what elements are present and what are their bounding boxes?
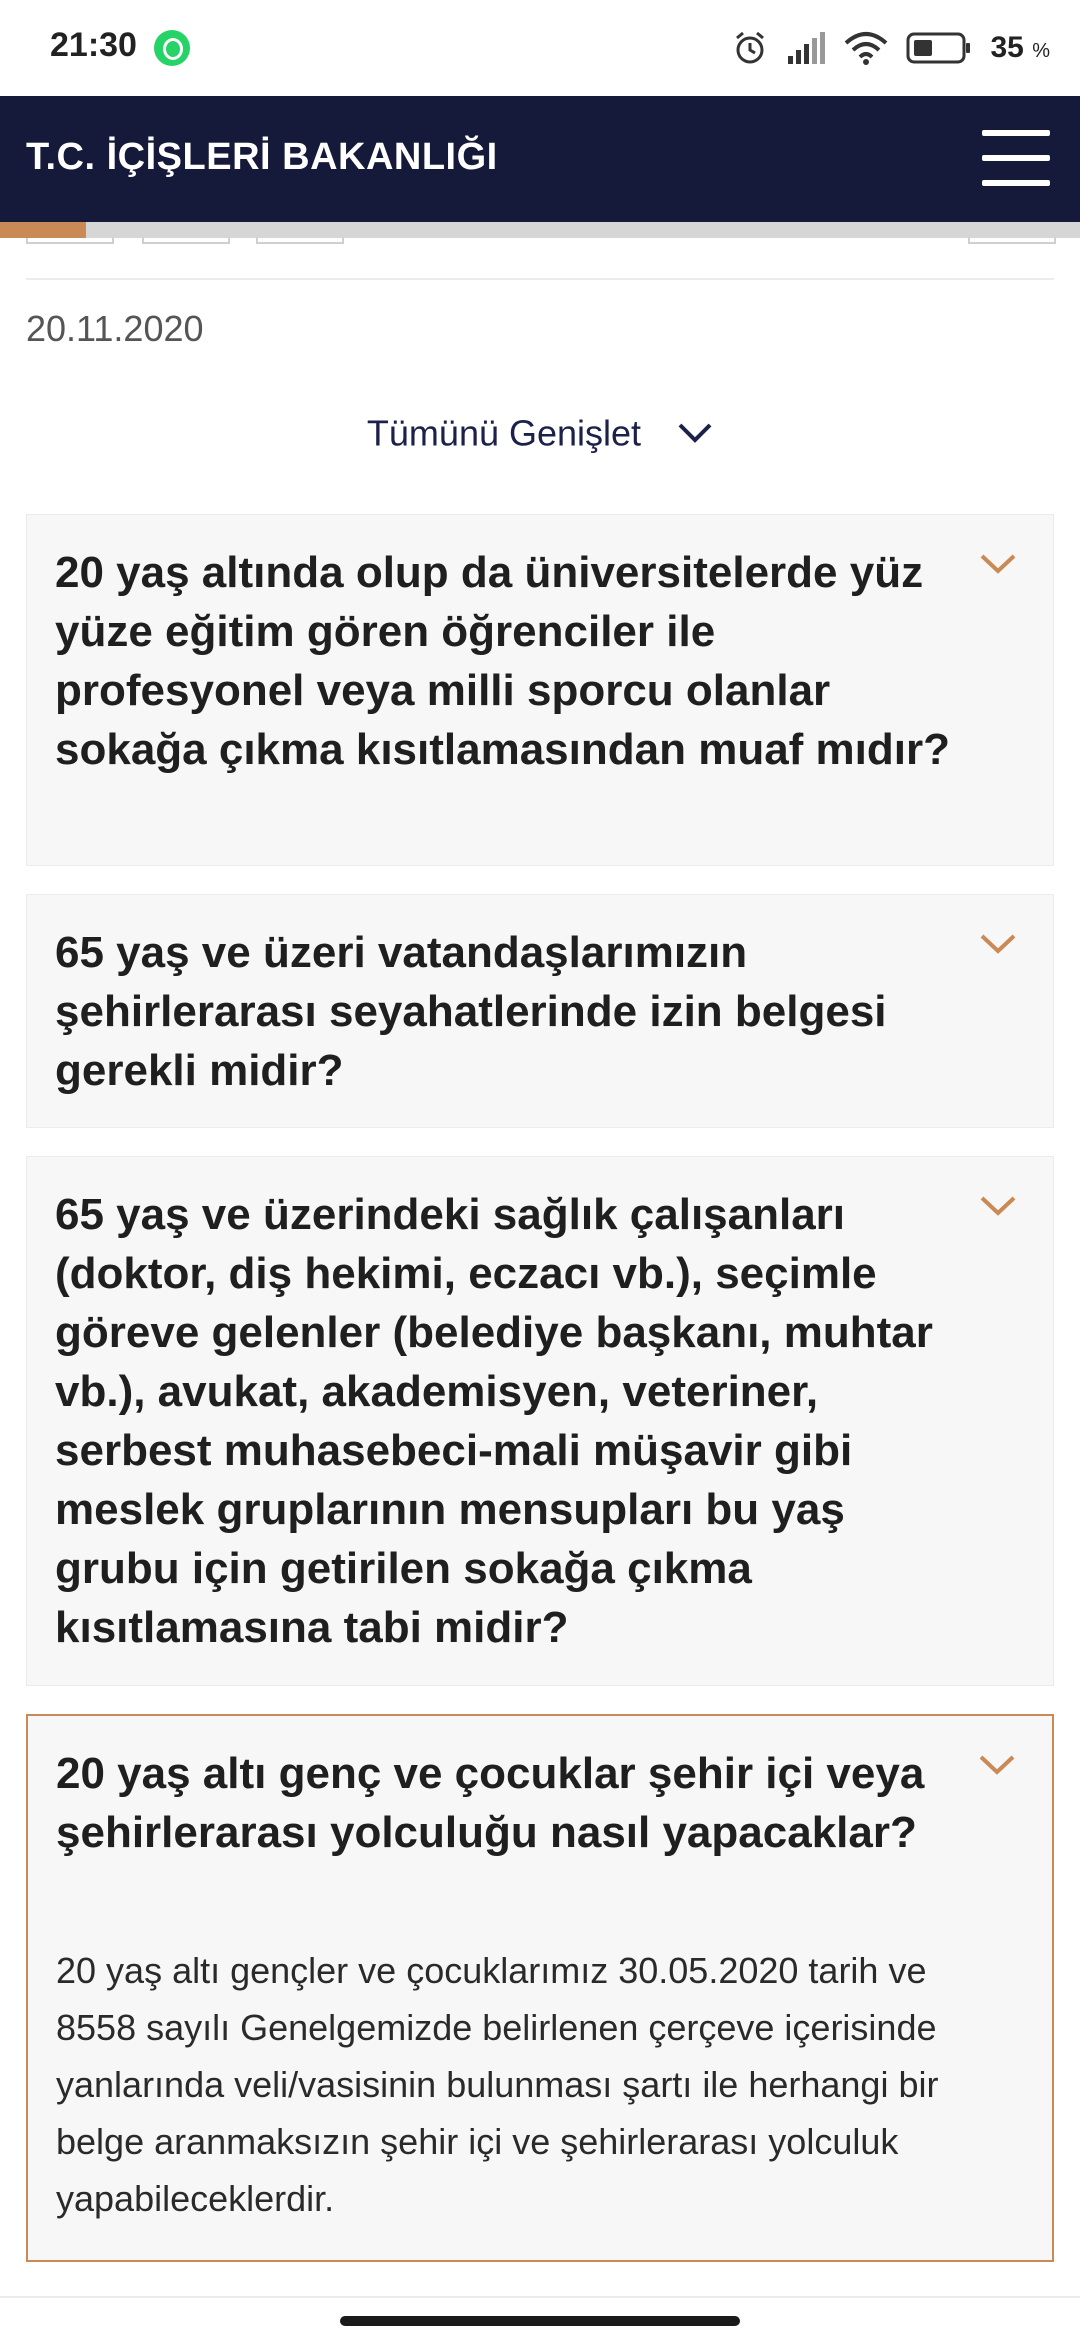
status-time: 21:30	[50, 26, 137, 64]
faq-question[interactable]: 65 yaş ve üzerindeki sağlık çalışanları …	[55, 1185, 955, 1657]
divider	[0, 2296, 1080, 2298]
expand-all-button[interactable]: Tümünü Genişlet	[0, 410, 1080, 454]
faq-item[interactable]: 65 yaş ve üzeri vatandaşlarımızın şehirl…	[26, 894, 1054, 1128]
faq-answer: 20 yaş altı gençler ve çocuklarımız 30.0…	[56, 1950, 939, 2219]
chevron-down-icon[interactable]	[979, 1195, 1017, 1217]
status-icons: 35 %	[732, 26, 1050, 70]
faq-question[interactable]: 65 yaş ve üzeri vatandaşlarımızın şehirl…	[55, 923, 955, 1100]
faq-question[interactable]: 20 yaş altı genç ve çocuklar şehir içi v…	[56, 1744, 956, 1862]
publish-date: 20.11.2020	[26, 308, 204, 349]
battery-icon	[906, 32, 971, 64]
signal-icon	[788, 32, 826, 64]
faq-question[interactable]: 20 yaş altında olup da üniversitelerde y…	[55, 543, 955, 779]
whatsapp-icon	[154, 30, 190, 66]
faq-item[interactable]: 65 yaş ve üzerindeki sağlık çalışanları …	[26, 1156, 1054, 1686]
chevron-down-icon[interactable]	[978, 1754, 1016, 1776]
toolbar-tab[interactable]	[142, 238, 230, 244]
toolbar-tab[interactable]	[256, 238, 344, 244]
alarm-icon	[736, 31, 765, 64]
reading-progress-bar	[0, 222, 1080, 238]
chevron-down-icon[interactable]	[979, 933, 1017, 955]
toolbar-tab[interactable]	[26, 238, 114, 244]
status-bar: 21:30 35 %	[0, 0, 1080, 96]
app-header: T.C. İÇİŞLERİ BAKANLIĞI	[0, 96, 1080, 222]
chevron-down-icon	[678, 424, 712, 444]
divider	[26, 278, 1054, 280]
battery-percent: 35 %	[990, 31, 1050, 64]
hamburger-menu-icon[interactable]	[982, 130, 1050, 186]
home-indicator[interactable]	[340, 2316, 740, 2326]
chevron-down-icon[interactable]	[979, 553, 1017, 575]
faq-item-expanded[interactable]: 20 yaş altı genç ve çocuklar şehir içi v…	[26, 1714, 1054, 2262]
reading-progress-fill	[0, 222, 87, 238]
wifi-icon	[845, 32, 888, 65]
faq-item[interactable]: 20 yaş altında olup da üniversitelerde y…	[26, 514, 1054, 866]
toolbar-tab[interactable]	[968, 238, 1056, 244]
site-title[interactable]: T.C. İÇİŞLERİ BAKANLIĞI	[26, 136, 498, 179]
expand-all-label: Tümünü Genişlet	[366, 412, 642, 454]
